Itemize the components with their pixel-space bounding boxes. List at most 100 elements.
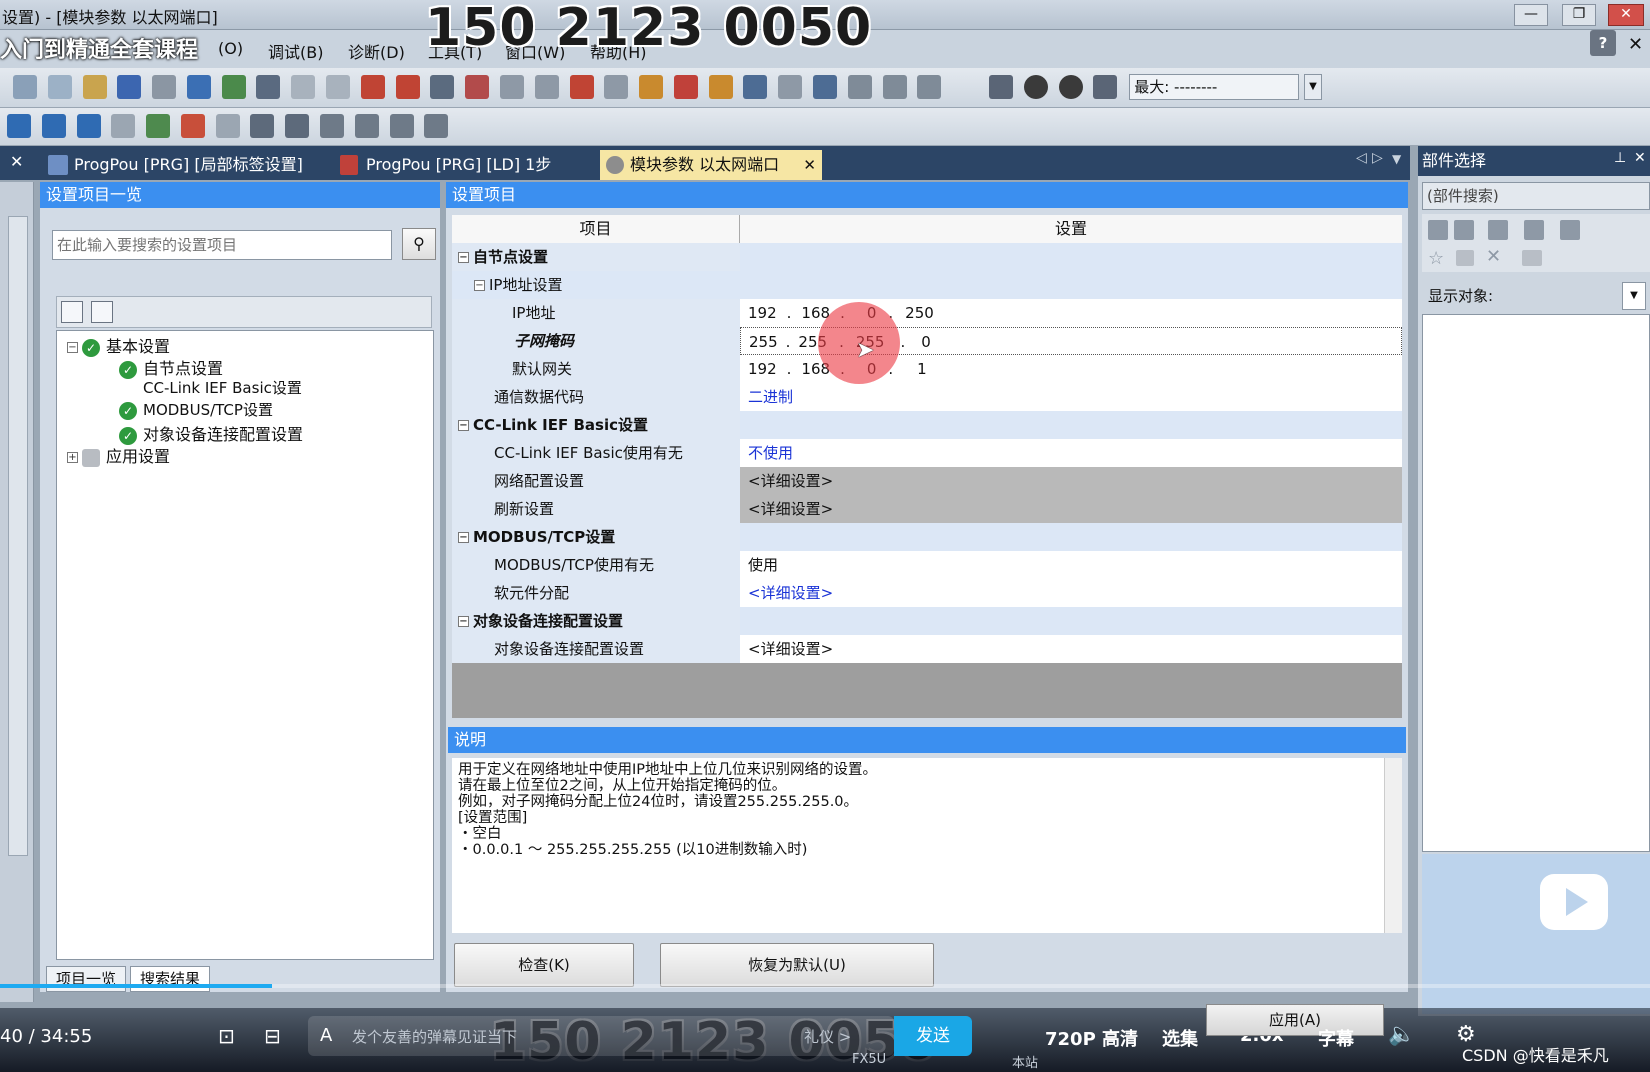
tab-search-results[interactable]: 搜索结果 <box>130 966 210 992</box>
build-icon[interactable] <box>326 75 351 99</box>
jump-icon[interactable] <box>708 75 733 99</box>
parts-filter-icon[interactable] <box>1560 220 1580 240</box>
help-icon[interactable]: ? <box>1590 30 1616 56</box>
tree-node-application[interactable]: + 应用设置 <box>67 443 170 467</box>
network-icon[interactable] <box>180 114 205 138</box>
chevron-down-icon[interactable]: ▼ <box>1622 282 1646 310</box>
settings-icon[interactable] <box>285 114 310 138</box>
tab-list-icon[interactable]: ▼ <box>1392 152 1401 166</box>
parts-list-icon[interactable] <box>1488 220 1508 240</box>
zoom-select[interactable]: 最大: -------- <box>1129 74 1300 100</box>
row-subnet-mask[interactable]: 子网掩码 255.255.255.0 <box>452 327 1402 355</box>
pin-icon[interactable]: ⊥ <box>1614 150 1626 166</box>
apply-button[interactable]: 应用(A) <box>1206 1004 1384 1036</box>
read-plc-icon[interactable] <box>395 75 420 99</box>
tab-module-parameter[interactable]: 模块参数 以太网端口 ✕ <box>600 150 822 180</box>
collapse-icon[interactable]: − <box>67 342 78 353</box>
remote-icon[interactable] <box>465 75 490 99</box>
row-cclink-use[interactable]: CC-Link IEF Basic使用有无 不使用 <box>452 439 1402 467</box>
vertical-scrollbar[interactable] <box>8 216 28 856</box>
window-tile-icon[interactable] <box>743 75 768 99</box>
gateway-octet-1[interactable]: 192 <box>748 360 777 378</box>
menu-item-debug[interactable]: 调试(B) <box>268 39 323 63</box>
memory-icon[interactable] <box>111 114 136 138</box>
subtitle-button[interactable]: 字幕 <box>1318 1025 1354 1051</box>
dev-write-icon[interactable] <box>41 114 66 138</box>
volume-icon[interactable]: 🔈 <box>1388 1022 1415 1047</box>
menu-item-window-o[interactable]: (O) <box>218 39 243 58</box>
menu-item-diagnose[interactable]: 诊断(D) <box>348 39 405 63</box>
settings-search-input[interactable] <box>52 230 392 260</box>
row-comm-data-code[interactable]: 通信数据代码 二进制 <box>452 383 1402 411</box>
network-config-value[interactable]: <详细设置> <box>740 467 1402 495</box>
expand-all-icon[interactable] <box>61 301 83 323</box>
tree-node-target-connection[interactable]: ✓ 对象设备连接配置设置 <box>119 421 303 445</box>
cut-icon[interactable] <box>13 75 37 99</box>
check-button[interactable]: 检查(K) <box>454 943 634 987</box>
monitor-icon[interactable] <box>221 75 246 99</box>
send-button[interactable]: 发送 <box>894 1016 972 1056</box>
copy-icon[interactable] <box>47 75 72 99</box>
write-plc-icon[interactable] <box>360 75 385 99</box>
row-network-config[interactable]: 网络配置设置 <详细设置> <box>452 467 1402 495</box>
collapse-icon[interactable]: − <box>474 280 485 291</box>
dev-read-icon[interactable] <box>7 114 31 138</box>
close-window-icon[interactable]: ✕ <box>1608 4 1644 26</box>
zoom-out-icon[interactable] <box>882 75 907 99</box>
group-self-node[interactable]: − 自节点设置 <box>452 243 1402 271</box>
paste-icon[interactable] <box>82 75 107 99</box>
collapse-icon[interactable]: − <box>458 532 469 543</box>
tab-scroll-left-icon[interactable]: ◁ <box>1356 150 1367 166</box>
folder-icon[interactable] <box>1456 250 1474 266</box>
zoom-in-icon[interactable] <box>847 75 872 99</box>
close-tab-icon[interactable]: ✕ <box>803 150 816 180</box>
parts-search-input[interactable]: (部件搜索) <box>1422 182 1650 210</box>
modbus-use-value[interactable]: 使用 <box>740 551 1402 579</box>
verify-icon[interactable] <box>430 75 455 99</box>
parts-edit-icon[interactable] <box>1522 250 1542 266</box>
binoculars-icon[interactable]: ⚲ <box>402 228 436 260</box>
comm-data-code-value[interactable]: 二进制 <box>740 383 1402 411</box>
star-icon[interactable]: ☆ <box>1428 248 1444 269</box>
pan-icon[interactable] <box>917 75 942 99</box>
close-doc-icon[interactable]: ✕ <box>1628 34 1643 55</box>
group-modbus[interactable]: − MODBUS/TCP设置 <box>452 523 1402 551</box>
group-ip-settings[interactable]: − IP地址设置 <box>452 271 1402 299</box>
ip-octet-1[interactable]: 192 <box>748 304 777 322</box>
group-cclink[interactable]: − CC-Link IEF Basic设置 <box>452 411 1402 439</box>
parts-sort-icon[interactable] <box>1524 220 1544 240</box>
tree-node-self-node[interactable]: ✓ 自节点设置 <box>119 355 223 379</box>
tab-item-list[interactable]: 项目一览 <box>46 966 126 992</box>
episodes-button[interactable]: 选集 <box>1162 1025 1198 1051</box>
row-device-assignment[interactable]: 软元件分配 <详细设置> <box>452 579 1402 607</box>
danmaku-input[interactable]: A 发个友善的弹幕见证当下 礼仪 > <box>308 1016 894 1056</box>
row-target-connection[interactable]: 对象设备连接配置设置 <详细设置> <box>452 635 1402 663</box>
undo-icon[interactable] <box>117 75 142 99</box>
table-icon[interactable] <box>389 114 414 138</box>
description-scrollbar[interactable] <box>1384 758 1402 933</box>
row-ip-address[interactable]: IP地址 192.168.0.250 <box>452 299 1402 327</box>
danmaku-settings-icon[interactable]: ⊟ <box>264 1024 281 1048</box>
row-default-gateway[interactable]: 默认网关 192.168.0.1 <box>452 355 1402 383</box>
tree-node-basic[interactable]: − ✓ 基本设置 <box>67 333 170 357</box>
chevron-down-icon[interactable]: ▼ <box>1304 74 1322 100</box>
row-modbus-use[interactable]: MODBUS/TCP使用有无 使用 <box>452 551 1402 579</box>
offline-icon[interactable] <box>534 75 559 99</box>
search-next-icon[interactable] <box>1454 220 1474 240</box>
target-connection-value[interactable]: <详细设置> <box>740 635 1402 663</box>
refresh-settings-value[interactable]: <详细设置> <box>740 495 1402 523</box>
collapse-icon[interactable]: − <box>458 616 469 627</box>
danmaku-toggle-icon[interactable]: ⊡ <box>218 1024 235 1048</box>
check-icon[interactable] <box>1023 75 1048 99</box>
dev-verify-icon[interactable] <box>76 114 101 138</box>
sim-icon[interactable] <box>604 75 629 99</box>
tree-node-modbus[interactable]: ✓ MODBUS/TCP设置 <box>119 399 273 420</box>
ip-octet-4[interactable]: 250 <box>905 304 934 322</box>
collapse-icon[interactable]: − <box>458 420 469 431</box>
find-icon[interactable] <box>639 75 664 99</box>
compile-icon[interactable] <box>291 75 316 99</box>
delete-icon[interactable]: ✕ <box>1486 246 1501 267</box>
collapse-all-icon[interactable] <box>91 301 113 323</box>
diagnostic-icon[interactable] <box>569 75 594 99</box>
check-all-icon[interactable] <box>1058 75 1083 99</box>
